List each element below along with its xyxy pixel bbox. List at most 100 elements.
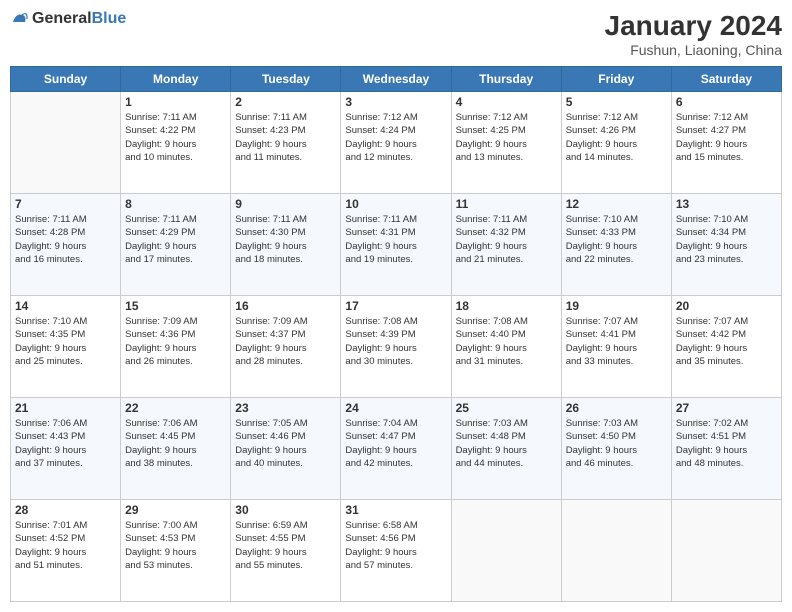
- day-number: 28: [15, 503, 116, 517]
- day-number: 31: [345, 503, 446, 517]
- calendar-cell: [671, 500, 781, 602]
- day-info: Sunrise: 7:11 AM Sunset: 4:31 PM Dayligh…: [345, 213, 446, 266]
- day-number: 12: [566, 197, 667, 211]
- day-number: 27: [676, 401, 777, 415]
- logo: GeneralBlue: [10, 10, 126, 28]
- calendar-cell: 15 Sunrise: 7:09 AM Sunset: 4:36 PM Dayli…: [121, 296, 231, 398]
- day-number: 5: [566, 95, 667, 109]
- calendar-cell: 11Sunrise: 7:11 AM Sunset: 4:32 PM Dayli…: [451, 194, 561, 296]
- col-thursday: Thursday: [451, 67, 561, 92]
- calendar-cell: 30 Sunrise: 6:59 AM Sunset: 4:55 PM Dayli…: [231, 500, 341, 602]
- day-number: 15: [125, 299, 226, 313]
- calendar-week-4: 21Sunrise: 7:06 AM Sunset: 4:43 PM Dayli…: [11, 398, 782, 500]
- calendar-cell: 1Sunrise: 7:11 AM Sunset: 4:22 PM Daylig…: [121, 92, 231, 194]
- calendar-cell: 14 Sunrise: 7:10 AM Sunset: 4:35 PM Dayli…: [11, 296, 121, 398]
- calendar-cell: [451, 500, 561, 602]
- day-info: Sunrise: 7:05 AM Sunset: 4:46 PM Dayligh…: [235, 417, 336, 470]
- calendar-cell: 20Sunrise: 7:07 AM Sunset: 4:42 PM Dayli…: [671, 296, 781, 398]
- day-info: Sunrise: 7:12 AM Sunset: 4:26 PM Dayligh…: [566, 111, 667, 164]
- calendar-cell: 6Sunrise: 7:12 AM Sunset: 4:27 PM Daylig…: [671, 92, 781, 194]
- day-info: Sunrise: 7:08 AM Sunset: 4:40 PM Dayligh…: [456, 315, 557, 368]
- day-number: 8: [125, 197, 226, 211]
- col-sunday: Sunday: [11, 67, 121, 92]
- header: GeneralBlue January 2024 Fushun, Liaonin…: [10, 10, 782, 58]
- day-number: 23: [235, 401, 336, 415]
- calendar-cell: [561, 500, 671, 602]
- day-info: Sunrise: 7:11 AM Sunset: 4:28 PM Dayligh…: [15, 213, 116, 266]
- day-number: 7: [15, 197, 116, 211]
- calendar-cell: 13 Sunrise: 7:10 AM Sunset: 4:34 PM Dayli…: [671, 194, 781, 296]
- calendar-cell: [11, 92, 121, 194]
- calendar-cell: 5 Sunrise: 7:12 AM Sunset: 4:26 PM Daylig…: [561, 92, 671, 194]
- day-info: Sunrise: 7:00 AM Sunset: 4:53 PM Dayligh…: [125, 519, 226, 572]
- day-info: Sunrise: 7:09 AM Sunset: 4:36 PM Dayligh…: [125, 315, 226, 368]
- calendar-cell: 3Sunrise: 7:12 AM Sunset: 4:24 PM Daylig…: [341, 92, 451, 194]
- day-info: Sunrise: 7:01 AM Sunset: 4:52 PM Dayligh…: [15, 519, 116, 572]
- calendar-week-3: 14 Sunrise: 7:10 AM Sunset: 4:35 PM Dayli…: [11, 296, 782, 398]
- calendar-cell: 27 Sunrise: 7:02 AM Sunset: 4:51 PM Dayli…: [671, 398, 781, 500]
- logo-text: GeneralBlue: [32, 10, 126, 28]
- title-area: January 2024 Fushun, Liaoning, China: [605, 10, 782, 58]
- day-number: 10: [345, 197, 446, 211]
- calendar-week-5: 28 Sunrise: 7:01 AM Sunset: 4:52 PM Dayli…: [11, 500, 782, 602]
- day-info: Sunrise: 7:11 AM Sunset: 4:23 PM Dayligh…: [235, 111, 336, 164]
- day-number: 4: [456, 95, 557, 109]
- month-title: January 2024: [605, 10, 782, 42]
- day-info: Sunrise: 7:06 AM Sunset: 4:45 PM Dayligh…: [125, 417, 226, 470]
- day-number: 3: [345, 95, 446, 109]
- col-tuesday: Tuesday: [231, 67, 341, 92]
- day-number: 2: [235, 95, 336, 109]
- calendar-cell: 10 Sunrise: 7:11 AM Sunset: 4:31 PM Dayli…: [341, 194, 451, 296]
- day-number: 22: [125, 401, 226, 415]
- day-number: 14: [15, 299, 116, 313]
- calendar-cell: 16 Sunrise: 7:09 AM Sunset: 4:37 PM Dayli…: [231, 296, 341, 398]
- calendar-cell: 31 Sunrise: 6:58 AM Sunset: 4:56 PM Dayli…: [341, 500, 451, 602]
- calendar-cell: 8Sunrise: 7:11 AM Sunset: 4:29 PM Daylig…: [121, 194, 231, 296]
- calendar-cell: 23 Sunrise: 7:05 AM Sunset: 4:46 PM Dayli…: [231, 398, 341, 500]
- calendar-cell: 9Sunrise: 7:11 AM Sunset: 4:30 PM Daylig…: [231, 194, 341, 296]
- day-number: 18: [456, 299, 557, 313]
- day-info: Sunrise: 6:59 AM Sunset: 4:55 PM Dayligh…: [235, 519, 336, 572]
- day-info: Sunrise: 7:12 AM Sunset: 4:27 PM Dayligh…: [676, 111, 777, 164]
- day-number: 19: [566, 299, 667, 313]
- day-info: Sunrise: 7:02 AM Sunset: 4:51 PM Dayligh…: [676, 417, 777, 470]
- day-info: Sunrise: 6:58 AM Sunset: 4:56 PM Dayligh…: [345, 519, 446, 572]
- col-saturday: Saturday: [671, 67, 781, 92]
- calendar-cell: 26 Sunrise: 7:03 AM Sunset: 4:50 PM Dayli…: [561, 398, 671, 500]
- col-monday: Monday: [121, 67, 231, 92]
- day-number: 11: [456, 197, 557, 211]
- day-info: Sunrise: 7:12 AM Sunset: 4:25 PM Dayligh…: [456, 111, 557, 164]
- col-wednesday: Wednesday: [341, 67, 451, 92]
- day-number: 20: [676, 299, 777, 313]
- calendar-cell: 4 Sunrise: 7:12 AM Sunset: 4:25 PM Daylig…: [451, 92, 561, 194]
- day-info: Sunrise: 7:11 AM Sunset: 4:30 PM Dayligh…: [235, 213, 336, 266]
- day-info: Sunrise: 7:04 AM Sunset: 4:47 PM Dayligh…: [345, 417, 446, 470]
- calendar-cell: 7 Sunrise: 7:11 AM Sunset: 4:28 PM Daylig…: [11, 194, 121, 296]
- calendar-cell: 21Sunrise: 7:06 AM Sunset: 4:43 PM Dayli…: [11, 398, 121, 500]
- day-info: Sunrise: 7:10 AM Sunset: 4:35 PM Dayligh…: [15, 315, 116, 368]
- day-number: 26: [566, 401, 667, 415]
- header-row: Sunday Monday Tuesday Wednesday Thursday…: [11, 67, 782, 92]
- day-info: Sunrise: 7:09 AM Sunset: 4:37 PM Dayligh…: [235, 315, 336, 368]
- day-number: 30: [235, 503, 336, 517]
- calendar-table: Sunday Monday Tuesday Wednesday Thursday…: [10, 66, 782, 602]
- calendar-cell: 22 Sunrise: 7:06 AM Sunset: 4:45 PM Dayli…: [121, 398, 231, 500]
- calendar-cell: 17Sunrise: 7:08 AM Sunset: 4:39 PM Dayli…: [341, 296, 451, 398]
- col-friday: Friday: [561, 67, 671, 92]
- day-number: 17: [345, 299, 446, 313]
- calendar-cell: 24 Sunrise: 7:04 AM Sunset: 4:47 PM Dayli…: [341, 398, 451, 500]
- day-info: Sunrise: 7:07 AM Sunset: 4:41 PM Dayligh…: [566, 315, 667, 368]
- day-info: Sunrise: 7:10 AM Sunset: 4:34 PM Dayligh…: [676, 213, 777, 266]
- calendar-cell: 2 Sunrise: 7:11 AM Sunset: 4:23 PM Daylig…: [231, 92, 341, 194]
- calendar-cell: 25Sunrise: 7:03 AM Sunset: 4:48 PM Dayli…: [451, 398, 561, 500]
- day-info: Sunrise: 7:03 AM Sunset: 4:50 PM Dayligh…: [566, 417, 667, 470]
- day-number: 29: [125, 503, 226, 517]
- day-info: Sunrise: 7:03 AM Sunset: 4:48 PM Dayligh…: [456, 417, 557, 470]
- logo-icon: [10, 10, 28, 28]
- day-number: 24: [345, 401, 446, 415]
- day-number: 16: [235, 299, 336, 313]
- calendar-cell: 28 Sunrise: 7:01 AM Sunset: 4:52 PM Dayli…: [11, 500, 121, 602]
- day-info: Sunrise: 7:06 AM Sunset: 4:43 PM Dayligh…: [15, 417, 116, 470]
- day-number: 1: [125, 95, 226, 109]
- day-number: 13: [676, 197, 777, 211]
